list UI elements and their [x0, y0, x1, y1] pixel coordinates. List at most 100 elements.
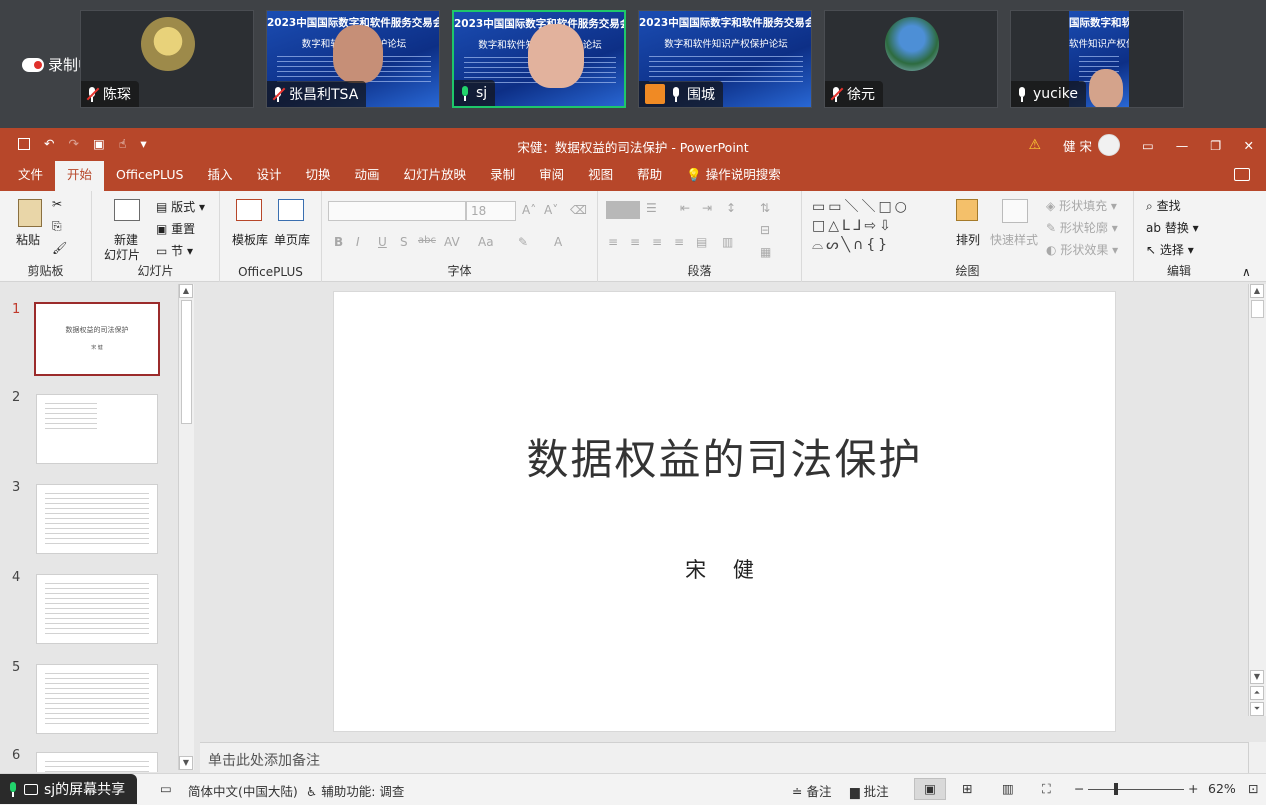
- tab-design[interactable]: 设计: [245, 161, 294, 191]
- select-button[interactable]: ↖ 选择 ▾: [1146, 241, 1194, 258]
- slide-author[interactable]: 宋 健: [334, 554, 1115, 584]
- slide-thumbnail-3[interactable]: [36, 484, 158, 554]
- tab-file[interactable]: 文件: [6, 161, 55, 191]
- align-left-icon[interactable]: ≡: [608, 235, 618, 249]
- quick-styles-icon[interactable]: [1002, 199, 1028, 223]
- layout-button[interactable]: ▤ 版式 ▾: [156, 198, 205, 215]
- font-name-select[interactable]: [328, 201, 466, 221]
- undo-icon[interactable]: ↶: [44, 136, 54, 151]
- spelling-check-icon[interactable]: ▭: [160, 781, 172, 796]
- slide-sorter-icon[interactable]: ⊞: [962, 781, 972, 796]
- customize-qat-icon[interactable]: ▾: [140, 136, 146, 151]
- zoom-slider-handle[interactable]: [1114, 783, 1118, 795]
- previous-slide-icon[interactable]: ⏶: [1250, 686, 1264, 700]
- template-library-icon[interactable]: [236, 199, 262, 221]
- warning-icon[interactable]: ⚠: [1028, 137, 1041, 153]
- minimize-button[interactable]: —: [1176, 138, 1189, 153]
- underline-icon[interactable]: U: [378, 235, 387, 249]
- page-library-icon[interactable]: [278, 199, 304, 221]
- tab-view[interactable]: 视图: [576, 161, 625, 191]
- slideshow-view-icon[interactable]: ⛶: [1042, 781, 1051, 797]
- collapse-ribbon-icon[interactable]: ∧: [1242, 265, 1251, 279]
- copy-icon[interactable]: ⎘: [52, 219, 62, 234]
- slide-thumbnail-2[interactable]: [36, 394, 158, 464]
- screen-share-indicator[interactable]: sj的屏幕共享: [0, 774, 138, 804]
- font-size-select[interactable]: 18: [466, 201, 516, 221]
- tab-insert[interactable]: 插入: [195, 161, 244, 191]
- comments-toggle-button[interactable]: ▆ 批注: [850, 781, 889, 800]
- replace-button[interactable]: ab 替换 ▾: [1146, 219, 1199, 236]
- character-spacing-icon[interactable]: AV: [444, 235, 460, 249]
- columns-icon[interactable]: ▥: [722, 235, 733, 249]
- scrollbar-thumb[interactable]: [181, 300, 192, 424]
- new-slide-button-line2[interactable]: 幻灯片: [104, 246, 140, 263]
- increase-indent-icon[interactable]: ⇥: [702, 201, 712, 215]
- tab-animations[interactable]: 动画: [343, 161, 392, 191]
- slide-scrollbar[interactable]: ▲ ▼ ⏶ ⏷: [1248, 284, 1266, 716]
- new-slide-icon[interactable]: [114, 199, 140, 221]
- distributed-icon[interactable]: ▤: [696, 235, 707, 249]
- section-button[interactable]: ▭ 节 ▾: [156, 242, 193, 259]
- scroll-down-arrow-icon[interactable]: ▼: [1250, 670, 1264, 684]
- tab-home[interactable]: 开始: [55, 161, 105, 191]
- slide-thumbnail-5[interactable]: [36, 664, 158, 734]
- participant-tile-active-speaker[interactable]: 2023中国国际数字和软件服务交易会 数字和软件知识产权保护论坛 sj: [452, 10, 626, 108]
- participant-tile[interactable]: 国际数字和软件 软件知识产权保 yucike: [1010, 10, 1184, 108]
- fit-to-window-icon[interactable]: ⊡: [1248, 781, 1258, 796]
- numbering-icon[interactable]: ☰: [646, 201, 657, 215]
- strikethrough-icon[interactable]: abc: [418, 235, 436, 246]
- touch-mode-icon[interactable]: ☝: [119, 136, 127, 151]
- participant-tile[interactable]: 2023中国国际数字和软件服务交易会 数字和软件服务保护论坛 张昌利TSA: [266, 10, 440, 108]
- next-slide-icon[interactable]: ⏷: [1250, 702, 1264, 716]
- ribbon-display-options-icon[interactable]: ▭: [1142, 138, 1154, 153]
- shape-outline-button[interactable]: ✎ 形状轮廓 ▾: [1046, 219, 1118, 236]
- increase-font-icon[interactable]: A˄: [522, 203, 536, 217]
- shadow-icon[interactable]: S: [400, 235, 408, 249]
- italic-icon[interactable]: I: [356, 235, 360, 249]
- scroll-up-arrow-icon[interactable]: ▲: [1250, 284, 1264, 298]
- paste-button[interactable]: 粘贴: [16, 231, 40, 248]
- restore-button[interactable]: ❐: [1210, 138, 1221, 153]
- justify-icon[interactable]: ≡: [674, 235, 684, 249]
- page-library-button[interactable]: 单页库: [274, 231, 310, 248]
- notes-toggle-button[interactable]: ≐ 备注: [792, 781, 831, 800]
- tell-me-search[interactable]: 💡 操作说明搜索: [674, 161, 793, 191]
- participant-tile[interactable]: 徐元: [824, 10, 998, 108]
- shape-effects-button[interactable]: ◐ 形状效果 ▾: [1046, 241, 1118, 258]
- accessibility-button[interactable]: ♿ 辅助功能: 调查: [306, 781, 404, 800]
- decrease-font-icon[interactable]: A˅: [544, 203, 558, 217]
- format-painter-icon[interactable]: 🖌: [52, 241, 67, 255]
- decrease-indent-icon[interactable]: ⇤: [680, 201, 690, 215]
- reset-button[interactable]: ▣ 重置: [156, 220, 195, 237]
- paste-icon[interactable]: [18, 199, 42, 227]
- thumbnails-scrollbar[interactable]: ▲ ▼: [178, 284, 194, 770]
- present-from-start-icon[interactable]: ▣: [93, 136, 105, 151]
- participant-tile[interactable]: 陈琛: [80, 10, 254, 108]
- scroll-down-arrow-icon[interactable]: ▼: [179, 756, 193, 770]
- tab-transitions[interactable]: 切换: [294, 161, 343, 191]
- change-case-icon[interactable]: Aa: [478, 235, 494, 249]
- tab-review[interactable]: 审阅: [527, 161, 576, 191]
- arrange-button[interactable]: 排列: [956, 231, 980, 248]
- find-button[interactable]: ⌕ 查找: [1146, 197, 1181, 214]
- zoom-level[interactable]: 62%: [1208, 781, 1236, 796]
- tab-slideshow[interactable]: 幻灯片放映: [392, 161, 479, 191]
- clear-format-icon[interactable]: ⌫: [570, 203, 587, 217]
- scroll-up-arrow-icon[interactable]: ▲: [179, 284, 193, 298]
- slide-thumbnail-6[interactable]: [36, 752, 158, 772]
- user-name[interactable]: 健 宋: [1063, 136, 1092, 155]
- zoom-slider[interactable]: [1088, 789, 1184, 790]
- language-indicator[interactable]: 简体中文(中国大陆): [188, 781, 298, 800]
- shape-fill-button[interactable]: ◈ 形状填充 ▾: [1046, 197, 1117, 214]
- current-slide[interactable]: 数据权益的司法保护 宋 健: [333, 291, 1116, 732]
- notes-placeholder[interactable]: 单击此处添加备注: [208, 750, 320, 770]
- slide-thumbnail-1[interactable]: 数据权益的司法保护 宋 健: [34, 302, 160, 376]
- align-right-icon[interactable]: ≡: [652, 235, 662, 249]
- text-direction-icon[interactable]: ⇅: [760, 201, 770, 215]
- tab-help[interactable]: 帮助: [625, 161, 674, 191]
- shapes-gallery[interactable]: ▭▭＼＼□○ □△ᒪᒧ⇨⇩ ⌓ᔕ╲∩{}: [812, 198, 944, 256]
- template-library-button[interactable]: 模板库: [232, 231, 268, 248]
- bullets-icon[interactable]: [606, 201, 640, 219]
- reading-view-icon[interactable]: ▥: [1002, 781, 1014, 796]
- slide-title[interactable]: 数据权益的司法保护: [334, 426, 1115, 487]
